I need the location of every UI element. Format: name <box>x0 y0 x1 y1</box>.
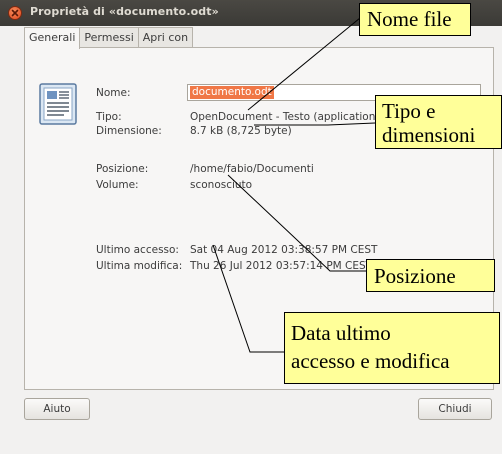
name-value: documento.odt <box>190 86 274 99</box>
location-value: /home/fabio/Documenti <box>190 163 314 175</box>
close-button[interactable]: Chiudi <box>418 398 492 420</box>
callout-type-size-line1: Tipo e <box>382 99 436 123</box>
callout-location: Posizione <box>366 259 495 292</box>
location-label: Posizione: <box>96 163 149 175</box>
size-value: 8.7 kB (8,725 byte) <box>190 125 292 137</box>
callout-dates-line1: Data ultimo <box>291 321 391 345</box>
accessed-value: Sat 04 Aug 2012 03:38:57 PM CEST <box>190 244 378 256</box>
type-value: OpenDocument - Testo (application/ <box>190 111 379 123</box>
type-label: Tipo: <box>96 111 122 123</box>
help-button[interactable]: Aiuto <box>24 398 90 420</box>
callout-type-size: Tipo e dimensioni <box>375 95 502 149</box>
modified-label: Ultima modifica: <box>96 260 183 272</box>
size-label: Dimensione: <box>96 125 162 137</box>
callout-dates-line2: accesso e modifica <box>291 349 450 373</box>
tab-bar: Generali Permessi Apri con <box>24 27 194 49</box>
window-title: Proprietà di «documento.odt» <box>30 5 219 18</box>
volume-label: Volume: <box>96 179 139 191</box>
modified-value: Thu 26 Jul 2012 03:57:14 PM CEST <box>190 260 373 272</box>
close-window-button[interactable] <box>8 6 22 20</box>
text-document-icon <box>39 83 77 125</box>
tab-generali[interactable]: Generali <box>24 27 81 49</box>
close-icon <box>11 9 19 17</box>
tab-apri-con[interactable]: Apri con <box>137 27 194 48</box>
callout-filename: Nome file <box>359 3 471 36</box>
name-label: Nome: <box>96 87 131 99</box>
tab-permessi[interactable]: Permessi <box>79 27 139 48</box>
callout-dates: Data ultimo accesso e modifica <box>284 312 500 384</box>
volume-value: sconosciuto <box>190 179 253 191</box>
callout-type-size-line2: dimensioni <box>382 123 476 147</box>
accessed-label: Ultimo accesso: <box>96 244 179 256</box>
